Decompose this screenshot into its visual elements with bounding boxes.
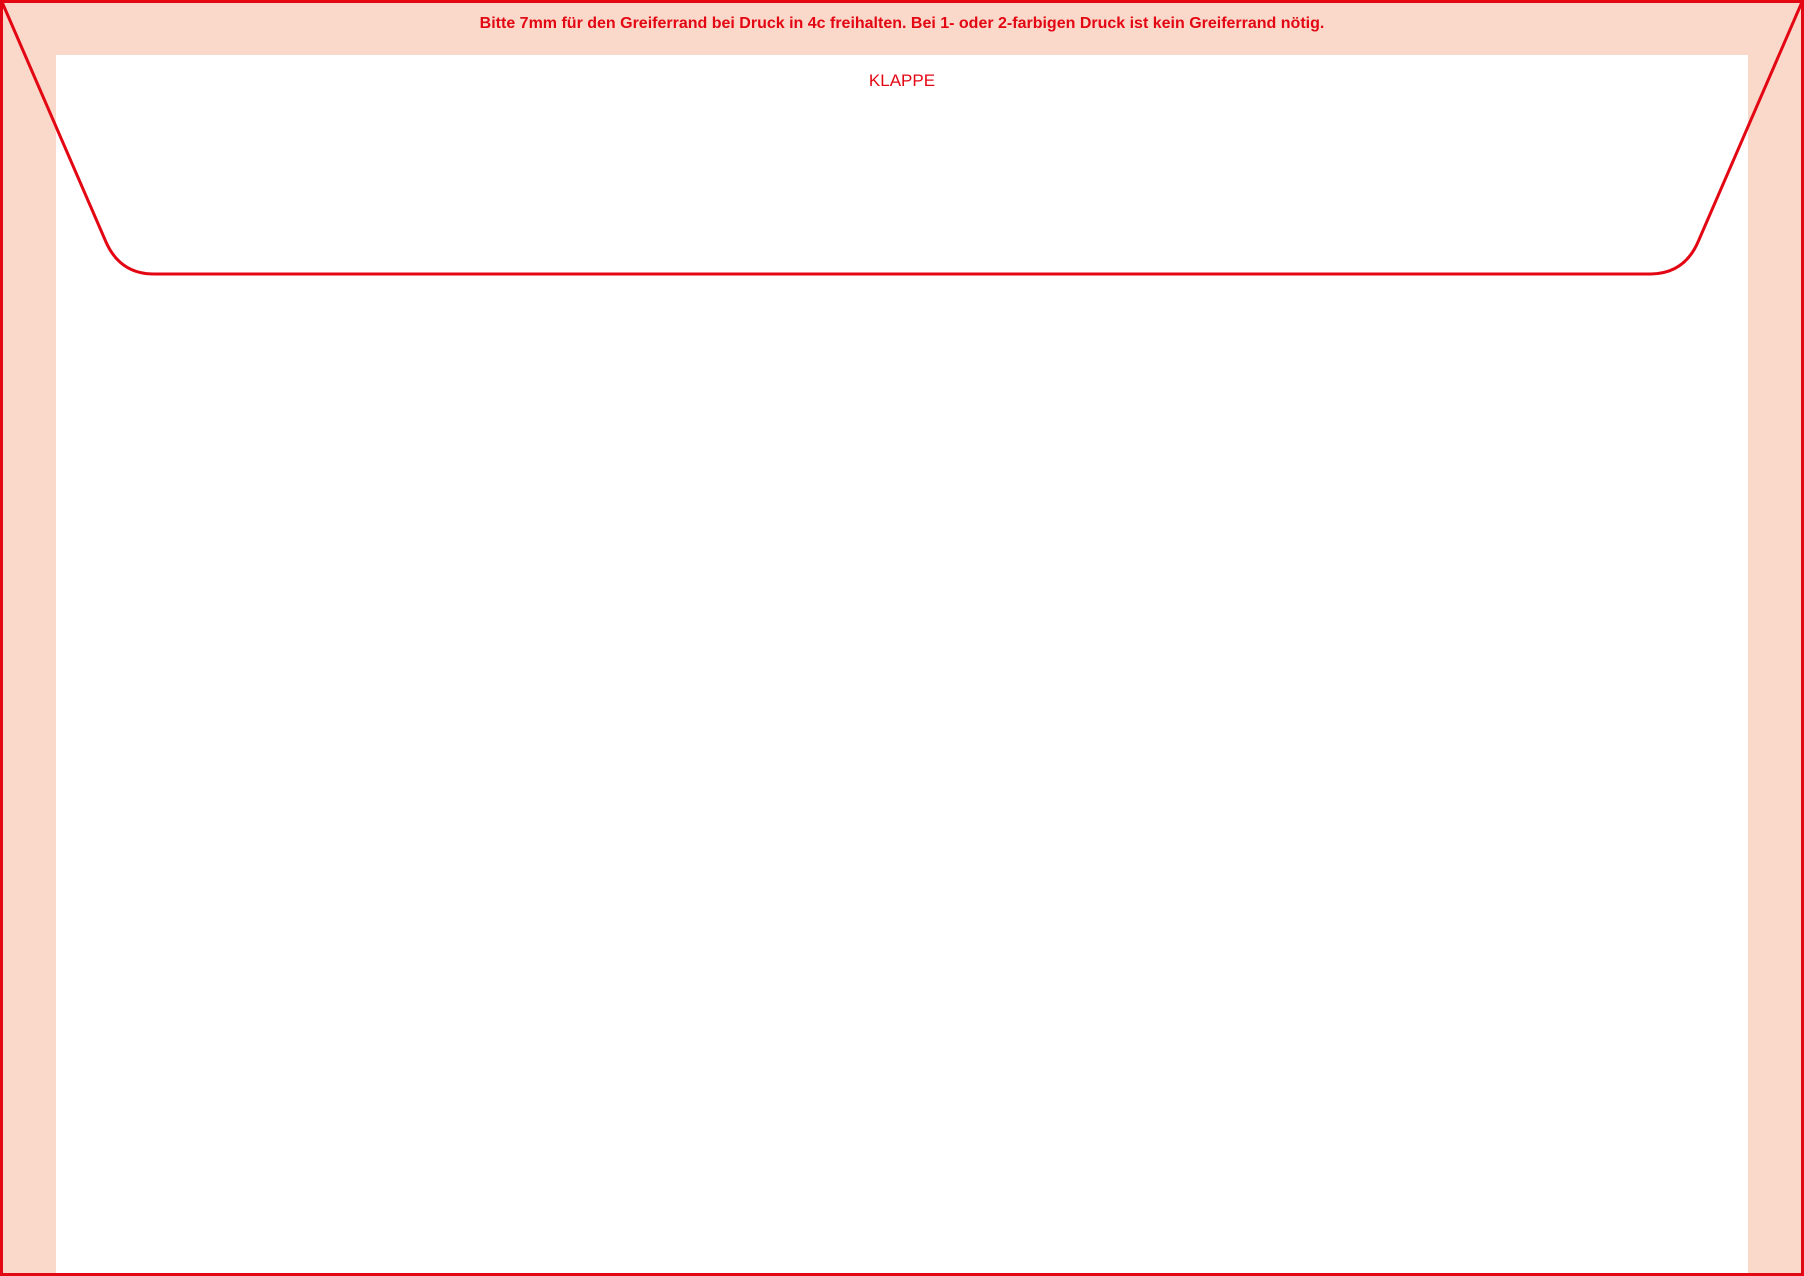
envelope-outline (0, 0, 1804, 1276)
flap-label: KLAPPE (868, 71, 936, 90)
gripper-notice: Bitte 7mm für den Greiferrand bei Druck … (479, 15, 1325, 32)
envelope-border (0, 0, 1804, 1276)
envelope-template: Bitte 7mm für den Greiferrand bei Druck … (0, 0, 1804, 1276)
flap-fold-line (0, 1, 1804, 276)
